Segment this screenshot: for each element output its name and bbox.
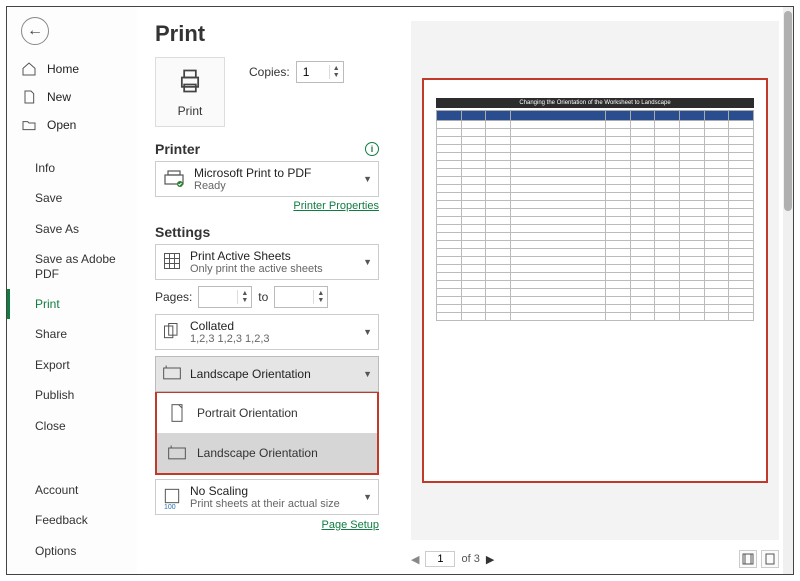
next-page-button[interactable]: ▶ — [486, 553, 494, 566]
chevron-down-icon: ▼ — [363, 369, 372, 379]
print-what-label: Print Active Sheets — [190, 249, 323, 263]
printer-dropdown[interactable]: Microsoft Print to PDF Ready ▼ — [155, 161, 379, 197]
preview-sheet-title: Changing the Orientation of the Workshee… — [436, 98, 754, 108]
print-what-dropdown[interactable]: Print Active Sheets Only print the activ… — [155, 244, 379, 280]
orientation-option-landscape[interactable]: Landscape Orientation — [157, 433, 377, 473]
sheets-icon — [162, 251, 182, 274]
printer-properties-link[interactable]: Printer Properties — [155, 197, 379, 218]
info-icon[interactable]: i — [365, 142, 379, 156]
backstage-sidebar: ← Home New Open Info Save Save As Save a… — [7, 7, 137, 574]
nav-share[interactable]: Share — [7, 319, 137, 349]
scaling-dropdown[interactable]: 100 No Scaling Print sheets at their act… — [155, 479, 379, 515]
print-what-desc: Only print the active sheets — [190, 263, 323, 275]
option-label: Portrait Orientation — [197, 406, 298, 420]
orientation-option-portrait[interactable]: Portrait Orientation — [157, 393, 377, 433]
chevron-down-icon: ▼ — [363, 174, 372, 184]
spinner-arrows-icon[interactable]: ▲▼ — [329, 65, 343, 79]
nav-export[interactable]: Export — [7, 350, 137, 380]
nav-publish[interactable]: Publish — [7, 380, 137, 410]
home-icon — [21, 61, 37, 77]
back-button[interactable]: ← — [21, 17, 49, 45]
page-setup-link[interactable]: Page Setup — [155, 515, 379, 531]
print-preview-panel: Changing the Orientation of the Workshee… — [397, 7, 793, 574]
new-icon — [21, 89, 37, 105]
collation-desc: 1,2,3 1,2,3 1,2,3 — [190, 333, 270, 345]
pages-label: Pages: — [155, 290, 192, 304]
landscape-icon — [167, 443, 187, 463]
page-title: Print — [155, 21, 379, 47]
nav-label: Open — [47, 118, 76, 132]
settings-heading: Settings — [155, 224, 210, 240]
open-icon — [21, 117, 37, 133]
collation-label: Collated — [190, 319, 270, 333]
nav-account[interactable]: Account — [7, 475, 137, 505]
orientation-dropdown[interactable]: Landscape Orientation ▼ — [155, 356, 379, 392]
spinner-arrows-icon[interactable]: ▲▼ — [237, 290, 251, 304]
printer-status: Ready — [194, 180, 311, 192]
printer-heading: Printer — [155, 141, 200, 157]
nav-label: New — [47, 90, 71, 104]
printer-icon — [176, 67, 204, 98]
preview-table: document.write(Array.from({length:25}).m… — [436, 110, 754, 321]
nav-info[interactable]: Info — [7, 153, 137, 183]
nav-feedback[interactable]: Feedback — [7, 505, 137, 535]
page-total: of 3 — [461, 553, 479, 565]
nav-options[interactable]: Options — [7, 536, 137, 566]
preview-pager: ◀ of 3 ▶ — [397, 550, 793, 568]
zoom-to-page-button[interactable] — [761, 550, 779, 568]
nav-close[interactable]: Close — [7, 411, 137, 441]
vertical-scrollbar[interactable] — [783, 7, 793, 574]
chevron-down-icon: ▼ — [363, 257, 372, 267]
print-button-label: Print — [178, 104, 203, 118]
printer-name: Microsoft Print to PDF — [194, 166, 311, 180]
back-arrow-icon: ← — [27, 22, 43, 40]
spinner-arrows-icon[interactable]: ▲▼ — [313, 290, 327, 304]
nav-home[interactable]: Home — [7, 55, 137, 83]
printer-device-icon — [162, 169, 186, 189]
nav-print[interactable]: Print — [7, 289, 137, 319]
current-page-input[interactable] — [425, 551, 455, 567]
print-settings-panel: Print Print Copies: ▲▼ Printer — [137, 7, 397, 574]
preview-area: Changing the Orientation of the Workshee… — [411, 21, 779, 540]
scrollbar-thumb[interactable] — [784, 11, 792, 211]
nav-save-as[interactable]: Save As — [7, 214, 137, 244]
option-label: Landscape Orientation — [197, 446, 318, 460]
pages-from-input[interactable] — [199, 290, 237, 304]
orientation-selected-label: Landscape Orientation — [190, 367, 311, 381]
chevron-down-icon: ▼ — [363, 492, 372, 502]
scaling-icon: 100 — [162, 486, 182, 509]
copies-spinner[interactable]: ▲▼ — [296, 61, 344, 83]
nav-save-adobe-pdf[interactable]: Save as Adobe PDF — [7, 244, 137, 289]
pages-from-spinner[interactable]: ▲▼ — [198, 286, 252, 308]
pages-to-spinner[interactable]: ▲▼ — [274, 286, 328, 308]
prev-page-button[interactable]: ◀ — [411, 553, 419, 566]
nav-new[interactable]: New — [7, 83, 137, 111]
pages-to-input[interactable] — [275, 290, 313, 304]
nav-open[interactable]: Open — [7, 111, 137, 139]
copies-label: Copies: — [249, 65, 290, 79]
collated-icon — [162, 321, 182, 344]
orientation-options-popup: Portrait Orientation Landscape Orientati… — [155, 391, 379, 475]
collation-dropdown[interactable]: Collated 1,2,3 1,2,3 1,2,3 ▼ — [155, 314, 379, 350]
landscape-icon — [162, 363, 182, 386]
scaling-desc: Print sheets at their actual size — [190, 498, 340, 510]
scaling-label: No Scaling — [190, 484, 340, 498]
show-margins-button[interactable] — [739, 550, 757, 568]
preview-page: Changing the Orientation of the Workshee… — [422, 78, 768, 483]
nav-save[interactable]: Save — [7, 183, 137, 213]
print-button[interactable]: Print — [155, 57, 225, 127]
chevron-down-icon: ▼ — [363, 327, 372, 337]
copies-input[interactable] — [297, 65, 329, 79]
pages-to-label: to — [258, 290, 268, 304]
nav-label: Home — [47, 62, 79, 76]
portrait-icon — [167, 403, 187, 423]
